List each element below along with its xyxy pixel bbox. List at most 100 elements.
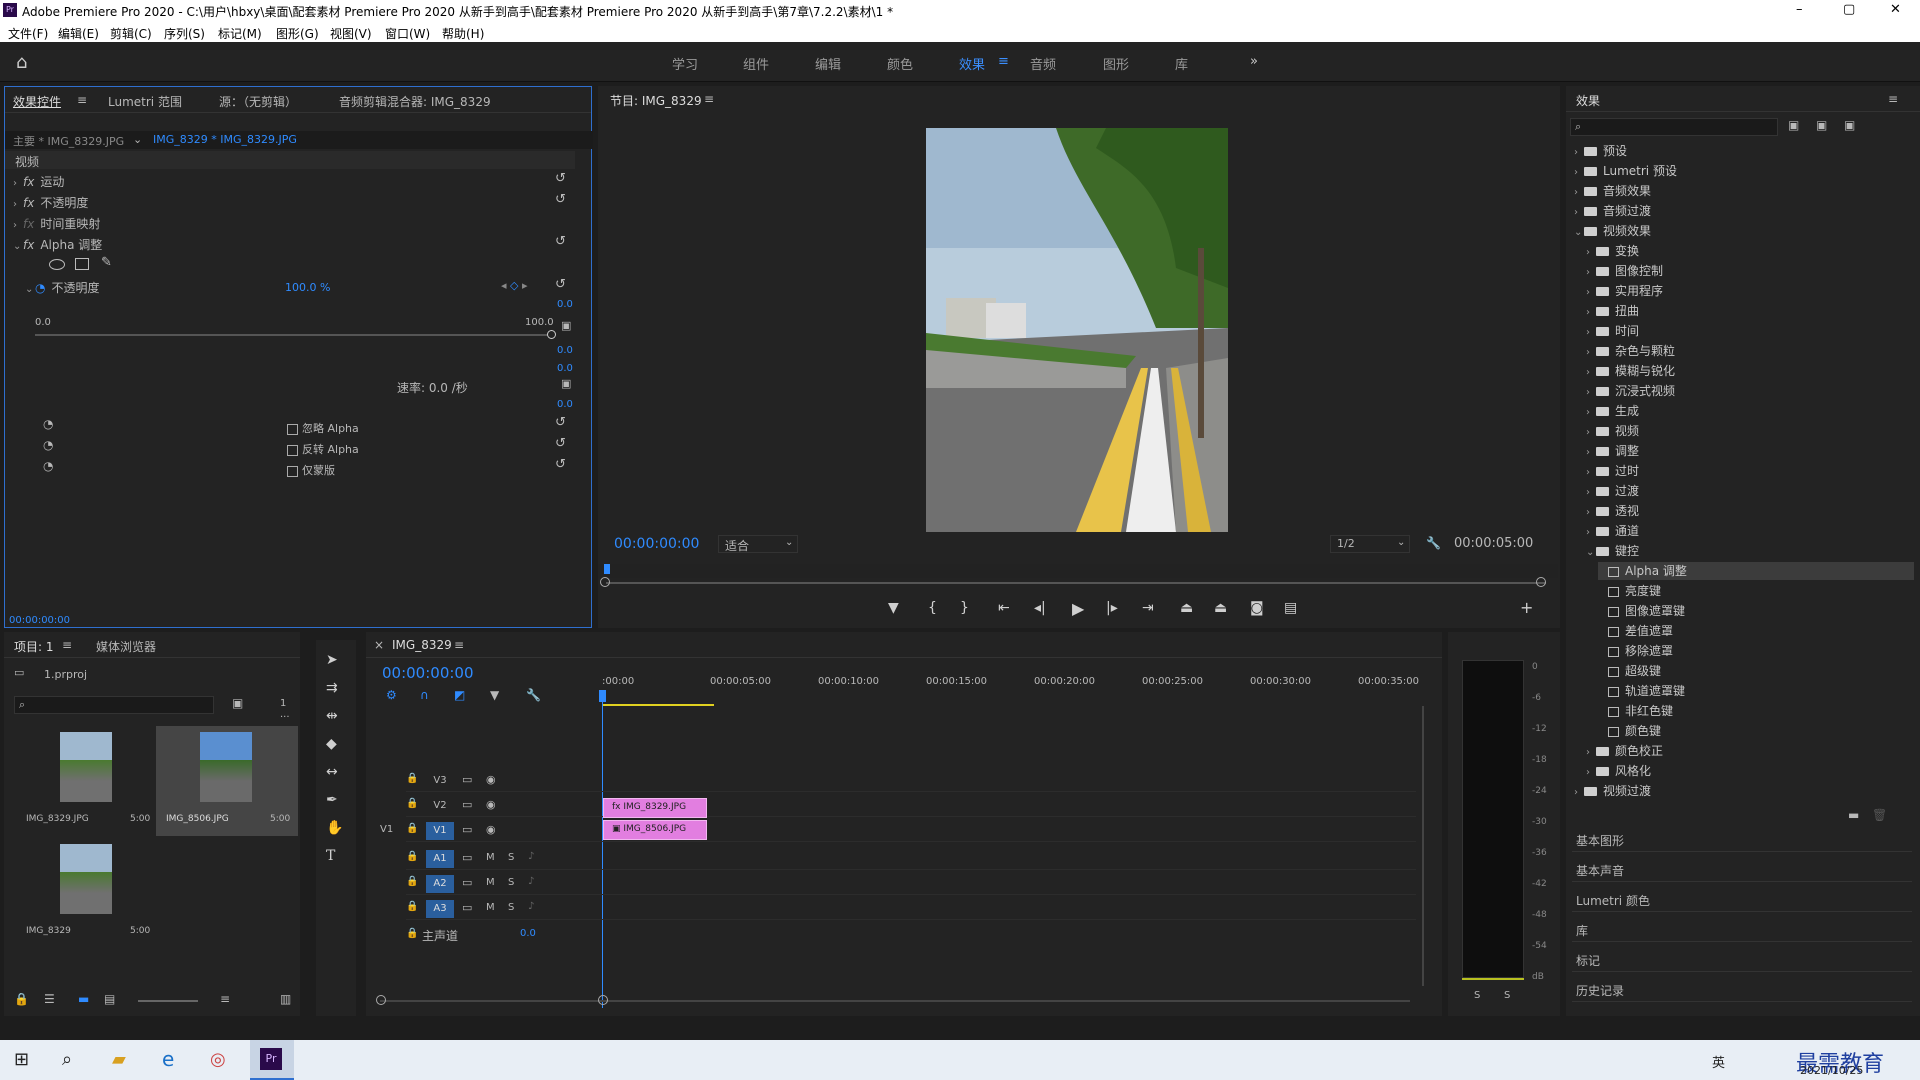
project-item[interactable]: IMG_8329 5:00 xyxy=(16,838,154,948)
menu-marker[interactable]: 标记(M) xyxy=(218,25,262,42)
track-lock-icon[interactable]: 🔒 xyxy=(406,773,418,784)
collapsed-panel-3[interactable]: 库 xyxy=(1572,916,1912,942)
workspace-effects[interactable]: 效果 xyxy=(959,54,985,73)
add-marker-icon[interactable]: ▼ xyxy=(490,688,499,702)
clip-label[interactable]: IMG_8329 * IMG_8329.JPG xyxy=(153,133,297,146)
track-lock-icon[interactable]: 🔒 xyxy=(406,823,418,834)
effect-item[interactable]: 非红色键 xyxy=(1598,702,1914,720)
effect-item[interactable]: 图像遮罩键 xyxy=(1598,602,1914,620)
effect-item[interactable]: 移除遮罩 xyxy=(1598,642,1914,660)
minimize-button[interactable]: – xyxy=(1796,2,1803,17)
collapsed-panel-4[interactable]: 标记 xyxy=(1572,946,1912,972)
clip-v1[interactable]: ▣ IMG_8506.JPG xyxy=(603,820,707,840)
effect-folder[interactable]: › 调整 xyxy=(1586,442,1914,460)
effect-folder[interactable]: › 通道 xyxy=(1586,522,1914,540)
chevron-right-icon[interactable]: › xyxy=(1586,307,1596,318)
workspace-learn[interactable]: 学习 xyxy=(672,54,698,73)
menu-graphics[interactable]: 图形(G) xyxy=(276,25,319,42)
chevron-right-icon[interactable]: › xyxy=(1586,347,1596,358)
workspace-libraries[interactable]: 库 xyxy=(1175,54,1188,73)
rectangle-mask-icon[interactable] xyxy=(75,258,89,270)
step-forward-icon[interactable]: |▸ xyxy=(1106,600,1118,616)
eye-icon[interactable]: ◉ xyxy=(486,773,496,786)
zoom-handle-left[interactable] xyxy=(600,577,610,587)
video-track[interactable]: 🔒 V1 ▭ ◉ xyxy=(406,820,1416,842)
microphone-icon[interactable]: ♪ xyxy=(528,876,534,887)
ignore-alpha-checkbox[interactable]: 忽略 Alpha xyxy=(287,420,359,436)
panel-menu-icon[interactable]: ≡ xyxy=(704,92,714,106)
effect-item[interactable]: 颜色键 xyxy=(1598,722,1914,740)
stopwatch-icon[interactable]: ◔ xyxy=(43,417,53,431)
go-to-in-icon[interactable]: ⇤ xyxy=(998,600,1010,616)
tab-sequence[interactable]: IMG_8329 xyxy=(392,638,452,652)
fit-dropdown[interactable]: 适合 ⌄ xyxy=(718,535,798,553)
chevron-right-icon[interactable]: › xyxy=(1586,327,1596,338)
track-target[interactable]: V2 xyxy=(426,797,454,815)
vertical-scrollbar[interactable] xyxy=(1422,706,1424,986)
tab-effect-controls[interactable]: 效果控件 xyxy=(13,93,61,110)
effect-item[interactable]: 亮度键 xyxy=(1598,582,1914,600)
solo-button[interactable]: S xyxy=(508,877,514,888)
menu-clip[interactable]: 剪辑(C) xyxy=(110,25,152,42)
hand-tool-icon[interactable]: ✋ xyxy=(326,820,343,836)
project-item-selected[interactable]: IMG_8506.JPG 5:00 xyxy=(156,726,298,836)
lift-icon[interactable]: ⏏ xyxy=(1180,600,1193,616)
graph-icon[interactable]: ▣ xyxy=(561,377,571,390)
home-icon[interactable]: ⌂ xyxy=(16,52,27,73)
workspace-audio[interactable]: 音频 xyxy=(1030,54,1056,73)
solo-left-button[interactable]: S xyxy=(1474,990,1480,1001)
effect-folder[interactable]: ⌄ 视频效果 xyxy=(1574,222,1914,240)
effect-opacity[interactable]: › fx 不透明度 xyxy=(13,194,88,212)
audio-track[interactable]: 🔒 A2 ▭ M S ♪ xyxy=(406,873,1416,895)
effect-folder[interactable]: › 过渡 xyxy=(1586,482,1914,500)
effects-title[interactable]: 效果 xyxy=(1576,92,1600,109)
camera-icon[interactable]: ◙ xyxy=(1250,600,1264,616)
chevron-right-icon[interactable]: › xyxy=(1586,247,1596,258)
sync-lock-icon[interactable]: ▭ xyxy=(462,901,472,914)
panel-menu-icon[interactable]: ≡ xyxy=(77,93,87,107)
effect-folder[interactable]: › 杂色与颗粒 xyxy=(1586,342,1914,360)
effect-folder[interactable]: ⌄ 键控 xyxy=(1586,542,1914,560)
play-icon[interactable]: ▶ xyxy=(1072,599,1084,618)
workspace-assembly[interactable]: 组件 xyxy=(743,54,769,73)
source-patch-v1[interactable]: V1 xyxy=(380,824,393,835)
workspace-graphics[interactable]: 图形 xyxy=(1103,54,1129,73)
effect-folder[interactable]: › 透视 xyxy=(1586,502,1914,520)
slip-tool-icon[interactable]: ↔ xyxy=(326,764,338,780)
extract-icon[interactable]: ⏏ xyxy=(1214,600,1227,616)
track-lock-icon[interactable]: 🔒 xyxy=(406,928,418,939)
track-lock-icon[interactable]: 🔒 xyxy=(406,798,418,809)
effect-item[interactable]: 轨道遮罩键 xyxy=(1598,682,1914,700)
32bit-effects-icon[interactable]: ▣ xyxy=(1816,118,1827,132)
close-button[interactable]: ✕ xyxy=(1890,2,1901,17)
audio-track[interactable]: 🔒 A3 ▭ M S ♪ xyxy=(406,898,1416,920)
list-view-icon[interactable]: ☰ xyxy=(44,992,55,1006)
track-lock-icon[interactable]: 🔒 xyxy=(406,901,418,912)
selection-tool-icon[interactable]: ➤ xyxy=(326,652,338,668)
effect-folder[interactable]: › 模糊与锐化 xyxy=(1586,362,1914,380)
panel-menu-icon[interactable]: ≡ xyxy=(1888,92,1898,106)
yuv-effects-icon[interactable]: ▣ xyxy=(1844,118,1855,132)
linked-selection-icon[interactable]: ◩ xyxy=(454,688,465,702)
tab-lumetri-scopes[interactable]: Lumetri 范围 xyxy=(108,93,182,110)
sync-lock-icon[interactable]: ▭ xyxy=(462,773,472,786)
bin-icon[interactable]: ▥ xyxy=(280,992,291,1006)
mark-in-icon[interactable]: { xyxy=(928,600,937,616)
chevron-right-icon[interactable]: › xyxy=(1586,507,1596,518)
premiere-taskbar-button[interactable]: Pr xyxy=(250,1040,294,1080)
new-bin-icon[interactable]: ▬ xyxy=(1848,808,1859,822)
add-button-icon[interactable]: + xyxy=(1520,598,1533,617)
program-title[interactable]: 节目: IMG_8329 xyxy=(610,92,702,109)
scroll-handle-left[interactable] xyxy=(376,995,386,1005)
chevron-down-icon[interactable]: ⌄ xyxy=(133,133,142,146)
mark-out-icon[interactable]: } xyxy=(960,600,969,616)
mute-button[interactable]: M xyxy=(486,852,495,863)
chevron-right-icon[interactable]: › xyxy=(1586,427,1596,438)
ellipse-mask-icon[interactable] xyxy=(49,259,65,270)
collapsed-panel-5[interactable]: 历史记录 xyxy=(1572,976,1912,1002)
sync-lock-icon[interactable]: ▭ xyxy=(462,823,472,836)
chevron-right-icon[interactable]: › xyxy=(1574,167,1584,178)
effect-motion[interactable]: › fx 运动 xyxy=(13,173,64,191)
chevron-right-icon[interactable]: › xyxy=(1574,207,1584,218)
effects-search-input[interactable]: ⌕ xyxy=(1570,118,1778,136)
